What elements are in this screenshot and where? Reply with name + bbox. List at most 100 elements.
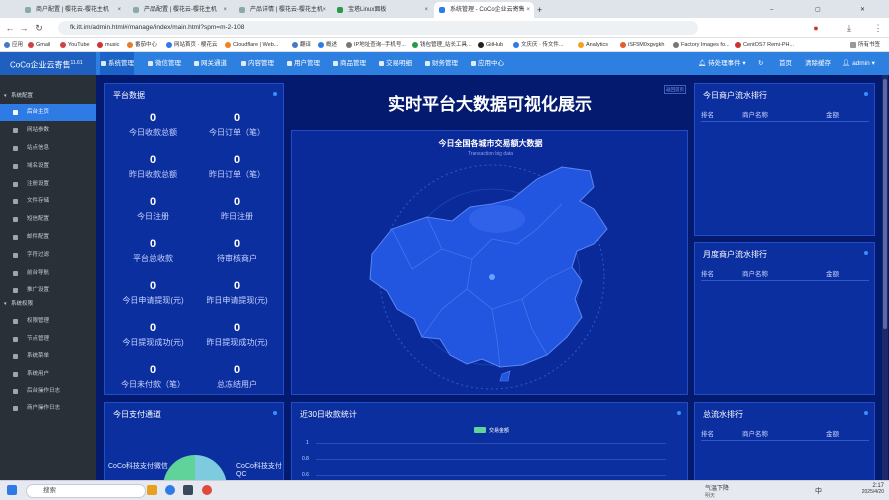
bookmark-item[interactable]: Cloudflare | Web...	[225, 38, 278, 52]
bookmark-item[interactable]: Factory Images fo...	[673, 38, 730, 52]
browser-tab[interactable]: 产品配置 | 樱花云-樱花主机 ×	[128, 2, 231, 18]
site-favicon	[239, 7, 245, 13]
browser-tab[interactable]: 产品详情 | 樱花云-樱花主机 ×	[234, 2, 330, 18]
close-icon[interactable]: ×	[526, 2, 530, 18]
indicator-dot	[864, 411, 868, 415]
weather-widget[interactable]: 气温下降 明天	[705, 483, 729, 499]
close-icon[interactable]: ×	[117, 2, 121, 18]
nav-finance[interactable]: 财务管理	[424, 52, 458, 75]
sidebar-item-frontnav[interactable]: 前台导航	[0, 265, 96, 282]
url-input[interactable]: fk.itt.im/admin.html#/manage/index/main.…	[58, 21, 698, 35]
new-tab-button[interactable]: +	[534, 2, 548, 18]
windows-start-icon[interactable]	[7, 485, 17, 495]
sidebar: 系统配置 后台主页 网站参数 站点信息 域名设置 注册设置 文件存储 短信配置 …	[0, 75, 96, 480]
bookmark-item[interactable]: 网站首页 · 樱花云	[166, 38, 217, 52]
chrome-icon[interactable]	[202, 485, 212, 495]
sidebar-item-sms[interactable]: 短信配置	[0, 211, 96, 228]
refresh-icon[interactable]: ↻	[758, 52, 763, 75]
nav-system[interactable]: 系统管理	[100, 52, 134, 75]
bookmark-item[interactable]: GitHub	[478, 38, 503, 52]
close-icon[interactable]: ×	[223, 2, 227, 18]
dashboard-title: 实时平台大数据可视化展示	[388, 95, 592, 114]
bookmark-item[interactable]: music	[97, 38, 119, 52]
extension-icon[interactable]: ●	[810, 22, 822, 34]
all-bookmarks-button[interactable]: 所有书签	[850, 38, 880, 52]
sidebar-group-permissions[interactable]: 系统权限	[0, 298, 96, 311]
browser-tab-active[interactable]: 系统管理 - CoCo企业云寄售 ×	[434, 2, 534, 18]
mail-icon	[13, 235, 18, 240]
bookmark-item[interactable]: 番茄中心	[127, 38, 157, 52]
minimize-button[interactable]: –	[770, 2, 780, 18]
gear-icon	[13, 182, 18, 187]
bookmark-item[interactable]: Gmail	[28, 38, 50, 52]
nav-users[interactable]: 用户管理	[286, 52, 320, 75]
close-icon[interactable]: ×	[322, 2, 326, 18]
sidebar-group-config[interactable]: 系统配置	[0, 90, 96, 103]
forward-arrow-icon[interactable]: →	[18, 22, 30, 34]
sidebar-item-admin-log[interactable]: 后台操作日志	[0, 383, 96, 400]
page-scrollbar[interactable]	[882, 75, 888, 480]
bookmark-item[interactable]: IP地址查询--手机号...	[346, 38, 406, 52]
pending-events-dropdown[interactable]: 🔔︎ 待处理事件 ▾	[698, 52, 746, 75]
site-favicon	[25, 7, 31, 13]
taskbar-search-input[interactable]: 搜索	[26, 484, 146, 498]
sidebar-item-mail[interactable]: 邮件配置	[0, 229, 96, 246]
sidebar-item-menu[interactable]: 系统菜单	[0, 348, 96, 365]
bookmark-item[interactable]: 翻译	[292, 38, 311, 52]
download-icon[interactable]: ⤓	[843, 22, 855, 34]
bookmark-item[interactable]: 概述	[318, 38, 337, 52]
home-link[interactable]: 首页	[779, 52, 792, 75]
sidebar-item-domain[interactable]: 域名设置	[0, 158, 96, 175]
sidebar-item-storage[interactable]: 文件存储	[0, 193, 96, 210]
ime-indicator[interactable]: 中	[815, 486, 822, 496]
chart-icon	[13, 110, 18, 115]
nav-products[interactable]: 商品管理	[332, 52, 366, 75]
divider	[701, 121, 869, 122]
sidebar-item-sysusers[interactable]: 系统用户	[0, 366, 96, 383]
maximize-button[interactable]: ▢	[815, 2, 825, 18]
menu-icon[interactable]: ⋮	[872, 22, 884, 34]
back-arrow-icon[interactable]: ←	[4, 22, 16, 34]
bookmark-item[interactable]: 钱包管理_站长工具...	[412, 38, 472, 52]
nav-transactions[interactable]: 交易明细	[378, 52, 412, 75]
browser-tab[interactable]: 宝塔Linux面板 ×	[332, 2, 432, 18]
edge-icon[interactable]	[165, 485, 175, 495]
sidebar-item-register[interactable]: 注册设置	[0, 176, 96, 193]
rank-header: 排名	[701, 112, 714, 119]
nav-wechat[interactable]: 微信管理	[147, 52, 181, 75]
sidebar-item-filter[interactable]: 字符过滤	[0, 247, 96, 264]
clear-cache-link[interactable]: 清除缓存	[805, 52, 831, 75]
sidebar-item-promo[interactable]: 推广设置	[0, 282, 96, 299]
sidebar-item-site-info[interactable]: 站点信息	[0, 140, 96, 157]
brand-logo[interactable]: CoCo企业云寄售11.61	[0, 52, 96, 75]
close-icon[interactable]: ×	[424, 2, 428, 18]
system-clock[interactable]: 2:17 2025/4/20	[850, 483, 884, 495]
stat-today-register: 0 今日注册	[137, 196, 169, 221]
bookmark-item[interactable]: iSF5M0xgvgkh	[620, 38, 664, 52]
sidebar-item-auth[interactable]: 权限管理	[0, 313, 96, 330]
bookmark-item[interactable]: 应用	[4, 38, 23, 52]
legend-label: 交易金额	[489, 428, 510, 434]
store-icon[interactable]	[183, 485, 193, 495]
bookmark-item[interactable]: CentOS7 Remi-PH...	[735, 38, 794, 52]
browser-tab[interactable]: 商户配置 | 樱花云-樱花主机 ×	[20, 2, 125, 18]
sidebar-item-merchant-log[interactable]: 商户操作日志	[0, 400, 96, 417]
reload-icon[interactable]: ↻	[33, 22, 45, 34]
nav-content[interactable]: 内容管理	[240, 52, 274, 75]
bookmark-item[interactable]: YouTube	[60, 38, 90, 52]
nav-gateway[interactable]: 网关通道	[193, 52, 227, 75]
site-favicon	[439, 7, 445, 13]
sidebar-item-site-params[interactable]: 网站参数	[0, 122, 96, 139]
bookmark-item[interactable]: 文庆庆 · 传文件...	[513, 38, 563, 52]
nav-apps[interactable]: 应用中心	[470, 52, 504, 75]
window-close-button[interactable]: ✕	[860, 2, 870, 18]
admin-user-menu[interactable]: 👤︎ admin ▾	[842, 52, 875, 75]
sidebar-item-dashboard[interactable]: 后台主页	[0, 104, 96, 121]
sidebar-item-nodes[interactable]: 节点管理	[0, 331, 96, 348]
file-explorer-icon[interactable]	[147, 485, 157, 495]
legend-swatch	[474, 427, 486, 433]
bookmark-item[interactable]: Analytics	[578, 38, 608, 52]
pay-channel-panel: 今日支付通道 CoCo科技支付微信 CoCo科技支付QC	[104, 402, 284, 495]
back-home-tag[interactable]: 返回首页	[664, 85, 686, 94]
stat-today-withdraw-req: 0 今日申请提现(元)	[122, 280, 184, 305]
